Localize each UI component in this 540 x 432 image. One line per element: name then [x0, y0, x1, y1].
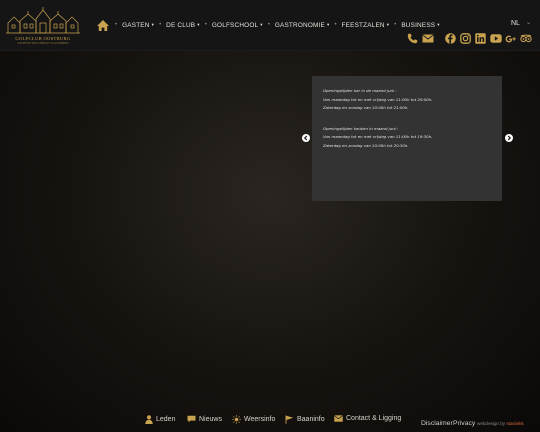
- chevron-down-icon: ▾: [197, 22, 200, 27]
- chevron-down-icon: ▾: [386, 22, 390, 27]
- home-icon[interactable]: [96, 19, 110, 32]
- footer-link-label: Contact & Ligging: [346, 415, 402, 422]
- google-plus-icon[interactable]: [505, 34, 517, 44]
- chevron-right-icon: [507, 135, 512, 141]
- chevron-down-icon: ▾: [437, 22, 440, 27]
- chevron-down-icon: ▾: [260, 22, 263, 27]
- footer-link-weersinfo[interactable]: Weersinfo: [232, 415, 275, 424]
- chevron-down-icon: ▾: [326, 22, 330, 27]
- nav-item-gasten[interactable]: GASTEN ▾: [122, 22, 154, 29]
- language-selector[interactable]: NL: [511, 20, 520, 27]
- credit-prefix: webdesign by: [477, 421, 506, 426]
- language-chevron-icon[interactable]: ⌄: [526, 19, 531, 26]
- slider-prev-button[interactable]: [302, 134, 310, 142]
- slider-next-button[interactable]: [505, 134, 513, 142]
- clubhouse-logo-icon: [6, 7, 80, 34]
- credit-brand: stardekk: [506, 421, 524, 426]
- nav-item-feestzalen[interactable]: FEESTZALEN ▾: [342, 22, 390, 29]
- linkedin-icon[interactable]: [475, 33, 486, 44]
- webdesign-credit[interactable]: webdesign by stardekk: [477, 421, 524, 426]
- slide-text-line: Zaterdag en zondag van 10:00h tot 20:30h…: [323, 142, 409, 148]
- nav-separator: •: [204, 22, 207, 28]
- nav-separator: •: [159, 22, 162, 28]
- chevron-left-icon: [303, 135, 308, 141]
- footer-link-label: Leden: [156, 416, 176, 423]
- footer-link-contact[interactable]: Contact & Ligging: [334, 415, 401, 422]
- envelope-icon: [334, 415, 343, 422]
- slide-text-line: Van maandag tot en met vrijdag van 11:00…: [323, 134, 433, 140]
- nav-separator: •: [394, 22, 397, 28]
- nav-item-label: BUSINESS: [401, 21, 436, 29]
- nav-separator: •: [115, 22, 118, 28]
- opening-hours-slide: Openingstijden bar in de maand juni : Va…: [312, 76, 502, 201]
- phone-icon[interactable]: [407, 33, 418, 44]
- nav-separator: •: [334, 22, 337, 28]
- footer-link-label: Nieuws: [199, 415, 222, 423]
- user-icon: [145, 415, 153, 424]
- nav-item-label: GASTRONOMIE: [274, 21, 325, 29]
- nav-item-business[interactable]: BUSINESS ▾: [401, 22, 439, 29]
- privacy-link[interactable]: Privacy: [453, 420, 475, 427]
- club-logo[interactable]: GOLFCLUB OOSTBURG GOLFEN IN WEST ZEEUWS-…: [4, 5, 82, 45]
- site-header: GOLFCLUB OOSTBURG GOLFEN IN WEST ZEEUWS-…: [0, 0, 540, 51]
- sun-icon: [232, 415, 241, 424]
- flag-icon: [285, 415, 294, 424]
- slide-text-line: Van maandag tot en met vrijdag van 11:00…: [323, 96, 433, 102]
- nav-item-golfschool[interactable]: GOLFSCHOOL ▾: [212, 22, 263, 29]
- footer-link-baaninfo[interactable]: Baaninfo: [285, 415, 325, 424]
- chat-icon: [187, 415, 196, 423]
- slide-text-line: Openingstijden keuken in maand juni :: [323, 125, 399, 131]
- club-tagline: GOLFEN IN WEST ZEEUWS-VLAANDEREN: [17, 42, 69, 45]
- footer-link-nieuws[interactable]: Nieuws: [187, 415, 222, 423]
- chevron-down-icon: ▾: [151, 22, 155, 27]
- youtube-icon[interactable]: [490, 34, 502, 43]
- slide-text-line: Openingstijden bar in de maand juni :: [323, 88, 397, 93]
- disclaimer-link[interactable]: Disclaimer: [421, 420, 453, 427]
- slide-spacer: [323, 114, 492, 126]
- nav-item-gastronomie[interactable]: GASTRONOMIE ▾: [275, 22, 330, 29]
- nav-separator: •: [267, 22, 270, 28]
- instagram-icon[interactable]: [460, 33, 471, 44]
- footer-link-label: Weersinfo: [244, 416, 276, 423]
- main-nav: • GASTEN ▾ • DE CLUB ▾ • GOLFSCHOOL ▾ • GAS…: [96, 18, 440, 32]
- nav-item-de-club[interactable]: DE CLUB ▾: [166, 22, 200, 29]
- mail-icon[interactable]: [422, 34, 434, 43]
- slide-text-line: Zaterdag en zondag van 10:00h tot 21:00h…: [323, 105, 409, 111]
- contact-icons: [407, 32, 434, 45]
- nav-item-label: DE CLUB: [166, 21, 196, 29]
- nav-item-label: FEESTZALEN: [341, 21, 385, 29]
- footer-link-label: Baaninfo: [297, 416, 325, 423]
- tripadvisor-icon[interactable]: [520, 34, 532, 43]
- social-icons: [445, 32, 532, 45]
- footer-link-leden[interactable]: Leden: [145, 415, 175, 424]
- nav-item-label: GOLFSCHOOL: [211, 21, 259, 29]
- facebook-icon[interactable]: [445, 33, 456, 44]
- site-footer: Leden Nieuws Weersinfo Baaninfo Contact …: [0, 410, 540, 432]
- nav-item-label: GASTEN: [122, 21, 150, 29]
- club-name: GOLFCLUB OOSTBURG: [15, 36, 71, 41]
